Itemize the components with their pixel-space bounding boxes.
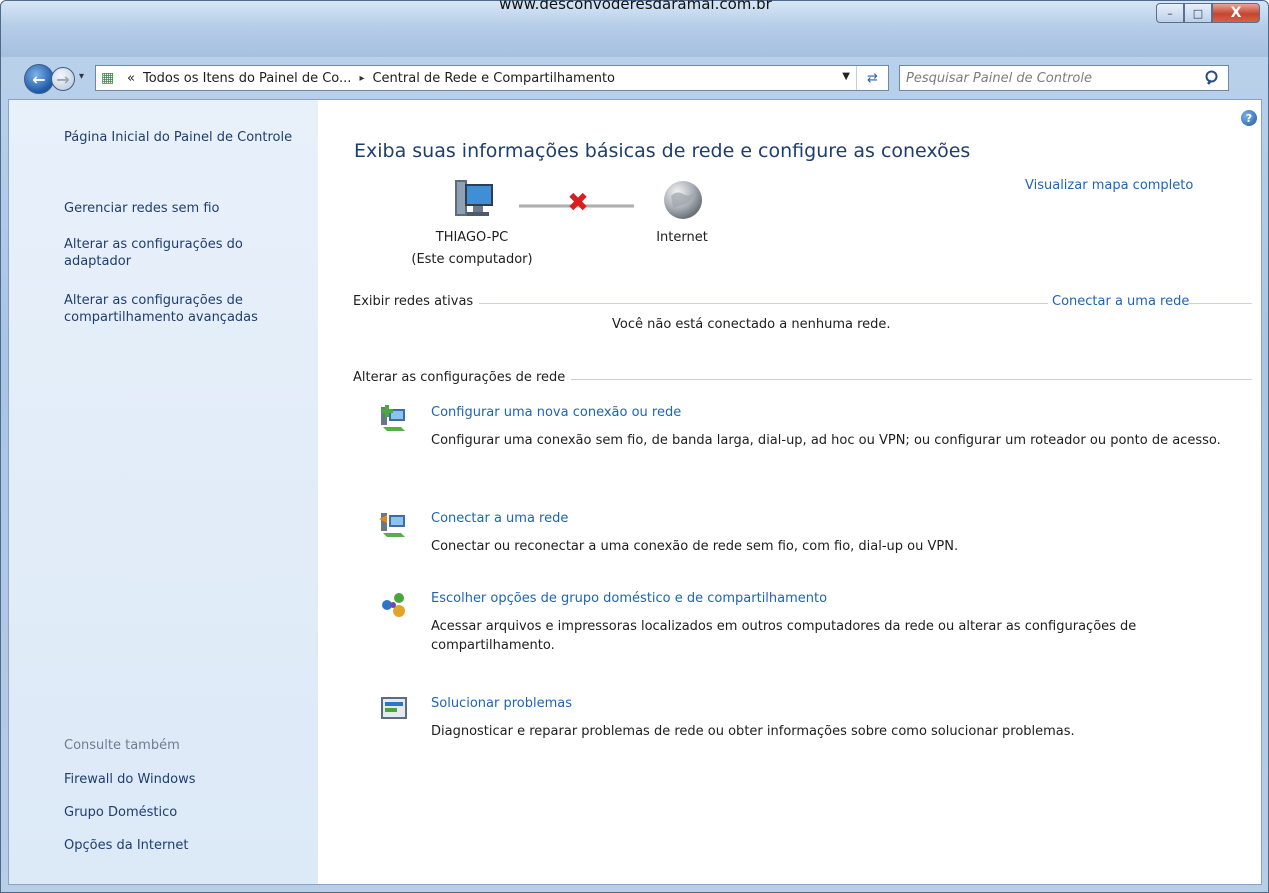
task-troubleshoot-desc: Diagnosticar e reparar problemas de rede… — [431, 724, 1075, 739]
task-homegroup-desc: Acessar arquivos e impressoras localizad… — [431, 619, 1137, 653]
address-bar[interactable]: ▦ « Todos os Itens do Painel de Co... ▸ … — [95, 65, 889, 91]
task-homegroup-link[interactable]: Escolher opções de grupo doméstico e de … — [431, 591, 827, 606]
troubleshoot-icon — [381, 697, 407, 719]
see-also-label: Consulte também — [64, 738, 180, 753]
view-full-map-link[interactable]: Visualizar mapa completo — [1025, 178, 1193, 193]
connect-network-icon — [379, 513, 405, 537]
computer-subtitle: (Este computador) — [411, 252, 533, 267]
sidebar-link-adapter[interactable]: Alterar as configurações do adaptador — [64, 236, 309, 270]
computer-icon[interactable] — [449, 178, 497, 222]
back-button[interactable]: ← — [24, 64, 54, 94]
main-panel: ? Exiba suas informações básicas de rede… — [319, 100, 1259, 884]
sidebar-link-home[interactable]: Página Inicial do Painel de Controle — [64, 129, 309, 146]
active-networks-label: Exibir redes ativas — [353, 294, 480, 309]
connect-network-link[interactable]: Conectar a uma rede — [1048, 294, 1190, 309]
sidebar-link-homegroup[interactable]: Grupo Doméstico — [64, 804, 309, 821]
internet-globe-icon[interactable] — [661, 178, 705, 222]
no-network-message: Você não está conectado a nenhuma rede. — [612, 317, 891, 332]
address-dropdown-icon[interactable]: ▼ — [842, 71, 850, 82]
title-bar[interactable]: www.desconvoderesdaramal.com.br – □ X — [1, 0, 1268, 57]
breadcrumb-network-center[interactable]: Central de Rede e Compartilhamento — [368, 71, 619, 86]
sidebar: Página Inicial do Painel de Controle Ger… — [9, 100, 318, 884]
sidebar-link-sharing[interactable]: Alterar as configurações de compartilham… — [64, 292, 309, 326]
watermark: www.desconvoderesdaramal.com.br — [499, 0, 772, 9]
recent-pages-dropdown[interactable]: ▾ — [79, 71, 84, 82]
breadcrumb-overflow[interactable]: « — [123, 71, 139, 86]
internet-label: Internet — [656, 230, 708, 245]
task-connect-network-desc: Conectar ou reconectar a uma conexão de … — [431, 539, 959, 554]
search-box — [899, 65, 1229, 91]
address-row: ← → ▾ ▦ « Todos os Itens do Painel de Co… — [1, 59, 1268, 99]
task-new-connection-desc: Configurar uma conexão sem fio, de banda… — [431, 433, 1221, 448]
sidebar-link-internet-options[interactable]: Opções da Internet — [64, 837, 309, 854]
sidebar-link-firewall[interactable]: Firewall do Windows — [64, 771, 309, 788]
help-icon[interactable]: ? — [1241, 110, 1257, 126]
change-settings-label: Alterar as configurações de rede — [353, 370, 572, 385]
network-center-icon: ▦ — [101, 70, 115, 86]
new-connection-icon — [381, 405, 405, 431]
search-input[interactable] — [906, 70, 1186, 86]
breadcrumb-control-panel[interactable]: Todos os Itens do Painel de Co... — [139, 71, 355, 86]
refresh-icon[interactable]: ⇄ — [856, 66, 888, 90]
task-new-connection-link[interactable]: Configurar uma nova conexão ou rede — [431, 405, 681, 420]
sidebar-link-wireless[interactable]: Gerenciar redes sem fio — [64, 200, 309, 217]
window: www.desconvoderesdaramal.com.br – □ X ← … — [0, 0, 1269, 893]
search-icon[interactable] — [1204, 69, 1222, 87]
task-troubleshoot-link[interactable]: Solucionar problemas — [431, 696, 572, 711]
task-connect-network-link[interactable]: Conectar a uma rede — [431, 511, 568, 526]
disconnected-x-icon[interactable]: ✖ — [565, 190, 591, 216]
page-title: Exiba suas informações básicas de rede e… — [354, 140, 971, 162]
homegroup-icon — [382, 593, 405, 617]
computer-name: THIAGO-PC — [435, 230, 509, 245]
breadcrumb-separator-icon[interactable]: ▸ — [355, 73, 368, 84]
forward-button[interactable]: → — [51, 67, 75, 91]
content-area: Página Inicial do Painel de Controle Ger… — [8, 99, 1262, 885]
